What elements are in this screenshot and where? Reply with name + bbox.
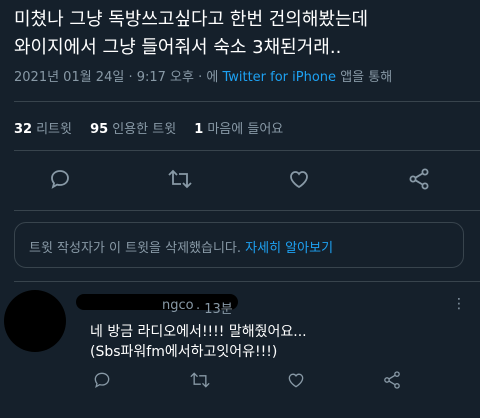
divider xyxy=(14,281,480,282)
share-icon xyxy=(384,371,400,389)
divider xyxy=(14,101,480,102)
deleted-tweet-notice: 트윗 작성자가 이 트윗을 삭제했습니다. 자세히 알아보기 xyxy=(14,222,464,268)
reply-like-button[interactable] xyxy=(284,368,308,392)
tweet-source-link[interactable]: Twitter for iPhone xyxy=(222,70,336,85)
reply-tweet[interactable]: ngco · 13분 ⋮ 네 방금 라디오에서!!!! 말해줬어요... (Sb… xyxy=(0,284,480,418)
reply-retweet-button[interactable] xyxy=(188,368,212,392)
like-button[interactable] xyxy=(284,164,314,194)
tweet-line-2: 와이지에서 그냥 들어줘서 숙소 3채된거래.. xyxy=(14,37,342,58)
reply-line-2: (Sbs파워fm에서하고잇어유!!!) xyxy=(90,344,278,360)
reply-text: 네 방금 라디오에서!!!! 말해줬어요... (Sbs파워fm에서하고잇어유!… xyxy=(90,322,307,362)
tweet-line-1: 미쳤나 그냥 독방쓰고싶다고 한번 건의해봤는데 xyxy=(14,9,369,30)
like-icon xyxy=(290,171,308,189)
reply-line-1: 네 방금 라디오에서!!!! 말해줬어요... xyxy=(90,324,307,340)
tweet-text: 미쳤나 그냥 독방쓰고싶다고 한번 건의해봤는데 와이지에서 그냥 들어줘서 숙… xyxy=(14,6,470,62)
retweets-stat[interactable]: 32 리트윗 xyxy=(14,122,72,137)
tweet-action-bar xyxy=(0,164,480,194)
reply-icon xyxy=(51,170,69,189)
divider xyxy=(14,210,480,211)
share-button[interactable] xyxy=(404,164,434,194)
tweet-metadata: 2021년 01월 24일 · 9:17 오후 · 에 Twitter for … xyxy=(14,66,392,85)
divider xyxy=(14,150,480,151)
retweets-count: 32 xyxy=(14,122,33,137)
reply-time: · 13분 xyxy=(196,302,233,317)
share-icon xyxy=(409,168,429,190)
quotes-stat[interactable]: 95 인용한 트윗 xyxy=(90,122,176,137)
more-options-icon[interactable]: ⋮ xyxy=(452,296,466,312)
retweet-button[interactable] xyxy=(165,164,195,194)
like-icon xyxy=(288,373,304,388)
deleted-notice-text: 트윗 작성자가 이 트윗을 삭제했습니다. xyxy=(29,241,242,256)
retweet-icon xyxy=(168,169,192,189)
likes-label: 마음에 들어요 xyxy=(207,122,284,137)
likes-stat[interactable]: 1 마음에 들어요 xyxy=(194,122,283,137)
reply-share-button[interactable] xyxy=(380,368,404,392)
learn-more-link[interactable]: 자세히 알아보기 xyxy=(245,241,333,256)
likes-count: 1 xyxy=(194,122,204,137)
tweet-source-suffix: 앱을 통해 xyxy=(340,70,393,85)
reply-handle[interactable]: ngco xyxy=(162,298,194,313)
reply-icon xyxy=(94,372,110,389)
avatar[interactable] xyxy=(4,290,66,352)
reply-button[interactable] xyxy=(45,164,75,194)
tweet-stats: 32 리트윗 95 인용한 트윗 1 마음에 들어요 xyxy=(14,118,297,137)
retweet-icon xyxy=(190,372,210,388)
retweets-label: 리트윗 xyxy=(36,122,72,137)
tweet-date: 2021년 01월 24일 · 9:17 오후 · 에 xyxy=(14,70,219,85)
quotes-label: 인용한 트윗 xyxy=(112,122,177,137)
reply-reply-button[interactable] xyxy=(90,368,114,392)
quotes-count: 95 xyxy=(90,122,109,137)
